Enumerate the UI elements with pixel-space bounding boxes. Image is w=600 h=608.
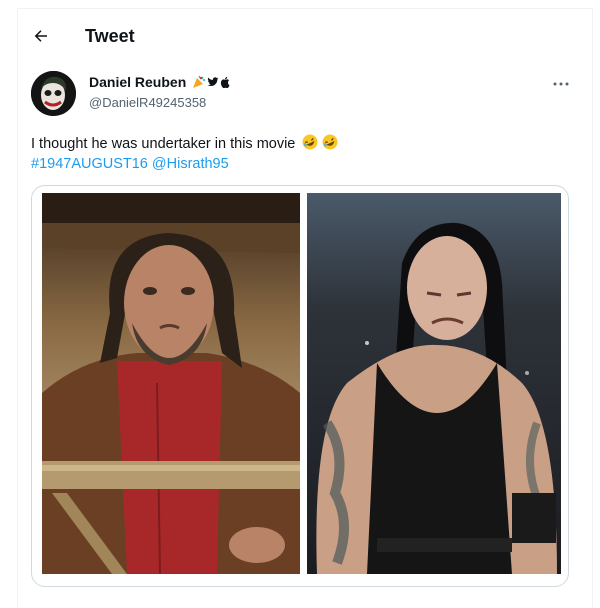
tweet-media-card	[31, 185, 569, 587]
author-display-name[interactable]: Daniel Reuben	[89, 74, 186, 90]
hashtag-link[interactable]: #1947AUGUST16	[31, 156, 148, 172]
movie-character-photo[interactable]	[42, 193, 300, 574]
more-horizontal-icon	[553, 82, 569, 86]
more-options-button[interactable]	[550, 73, 572, 95]
back-button[interactable]	[27, 22, 55, 50]
arrow-left-icon	[34, 30, 47, 42]
author-avatar[interactable]	[31, 71, 76, 116]
tweet-text-line-2: #1947AUGUST16 @Hisrath95	[31, 154, 551, 174]
mention-link[interactable]: @Hisrath95	[152, 156, 229, 172]
twitter-bird-icon	[207, 77, 219, 87]
author-name-line: Daniel Reuben	[89, 74, 230, 90]
apple-icon	[221, 76, 230, 88]
party-emoji	[193, 75, 206, 88]
wrestler-photo[interactable]	[307, 193, 561, 574]
tweet-body: I thought he was undertaker in this movi…	[31, 136, 296, 152]
author-handle[interactable]: @DanielR49245358	[89, 95, 206, 110]
tweet-text-line-1: I thought he was undertaker in this movi…	[31, 133, 551, 154]
rolling-on-floor-laughing-emoji	[302, 134, 318, 150]
page-title: Tweet	[85, 26, 135, 46]
rolling-on-floor-laughing-emoji	[322, 134, 338, 150]
name-badges	[192, 75, 230, 89]
header-bar: Tweet	[17, 16, 577, 56]
tweet-text: I thought he was undertaker in this movi…	[31, 133, 551, 174]
